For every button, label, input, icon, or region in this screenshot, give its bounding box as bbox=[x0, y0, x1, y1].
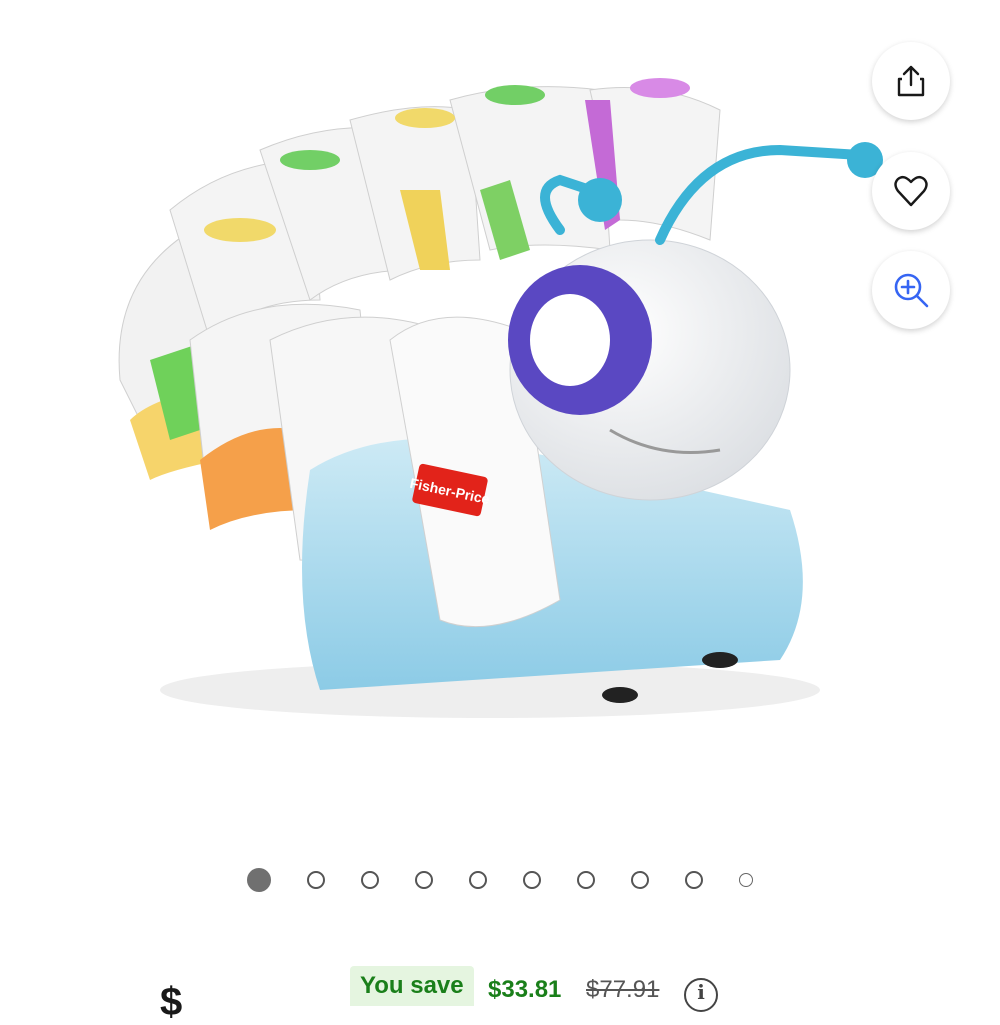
price: $ bbox=[160, 980, 185, 1024]
pagination-dot[interactable] bbox=[469, 871, 487, 889]
product-image[interactable]: Fisher-Price bbox=[60, 40, 900, 760]
pagination-dot[interactable] bbox=[577, 871, 595, 889]
image-pagination bbox=[0, 868, 1000, 892]
price-row: $ You save $33.81 $77.91 i bbox=[0, 966, 1000, 1024]
pagination-dot[interactable] bbox=[247, 868, 271, 892]
pagination-dot[interactable] bbox=[631, 871, 649, 889]
you-save-badge: You save bbox=[350, 966, 474, 1006]
favorite-button[interactable] bbox=[872, 152, 950, 230]
info-icon[interactable]: i bbox=[684, 978, 718, 1012]
pagination-dot[interactable] bbox=[361, 871, 379, 889]
pagination-dot[interactable] bbox=[415, 871, 433, 889]
zoom-in-icon bbox=[894, 273, 929, 308]
pagination-dot[interactable] bbox=[307, 871, 325, 889]
pagination-dot[interactable] bbox=[685, 871, 703, 889]
share-icon bbox=[897, 65, 925, 97]
share-button[interactable] bbox=[872, 42, 950, 120]
toy-wheel bbox=[702, 652, 738, 668]
toy-wheel bbox=[602, 687, 638, 703]
pagination-dot[interactable] bbox=[739, 873, 753, 887]
pagination-dot[interactable] bbox=[523, 871, 541, 889]
heart-icon bbox=[894, 175, 928, 207]
image-gallery[interactable]: Fisher-Price bbox=[0, 0, 1000, 850]
zoom-button[interactable] bbox=[872, 251, 950, 329]
